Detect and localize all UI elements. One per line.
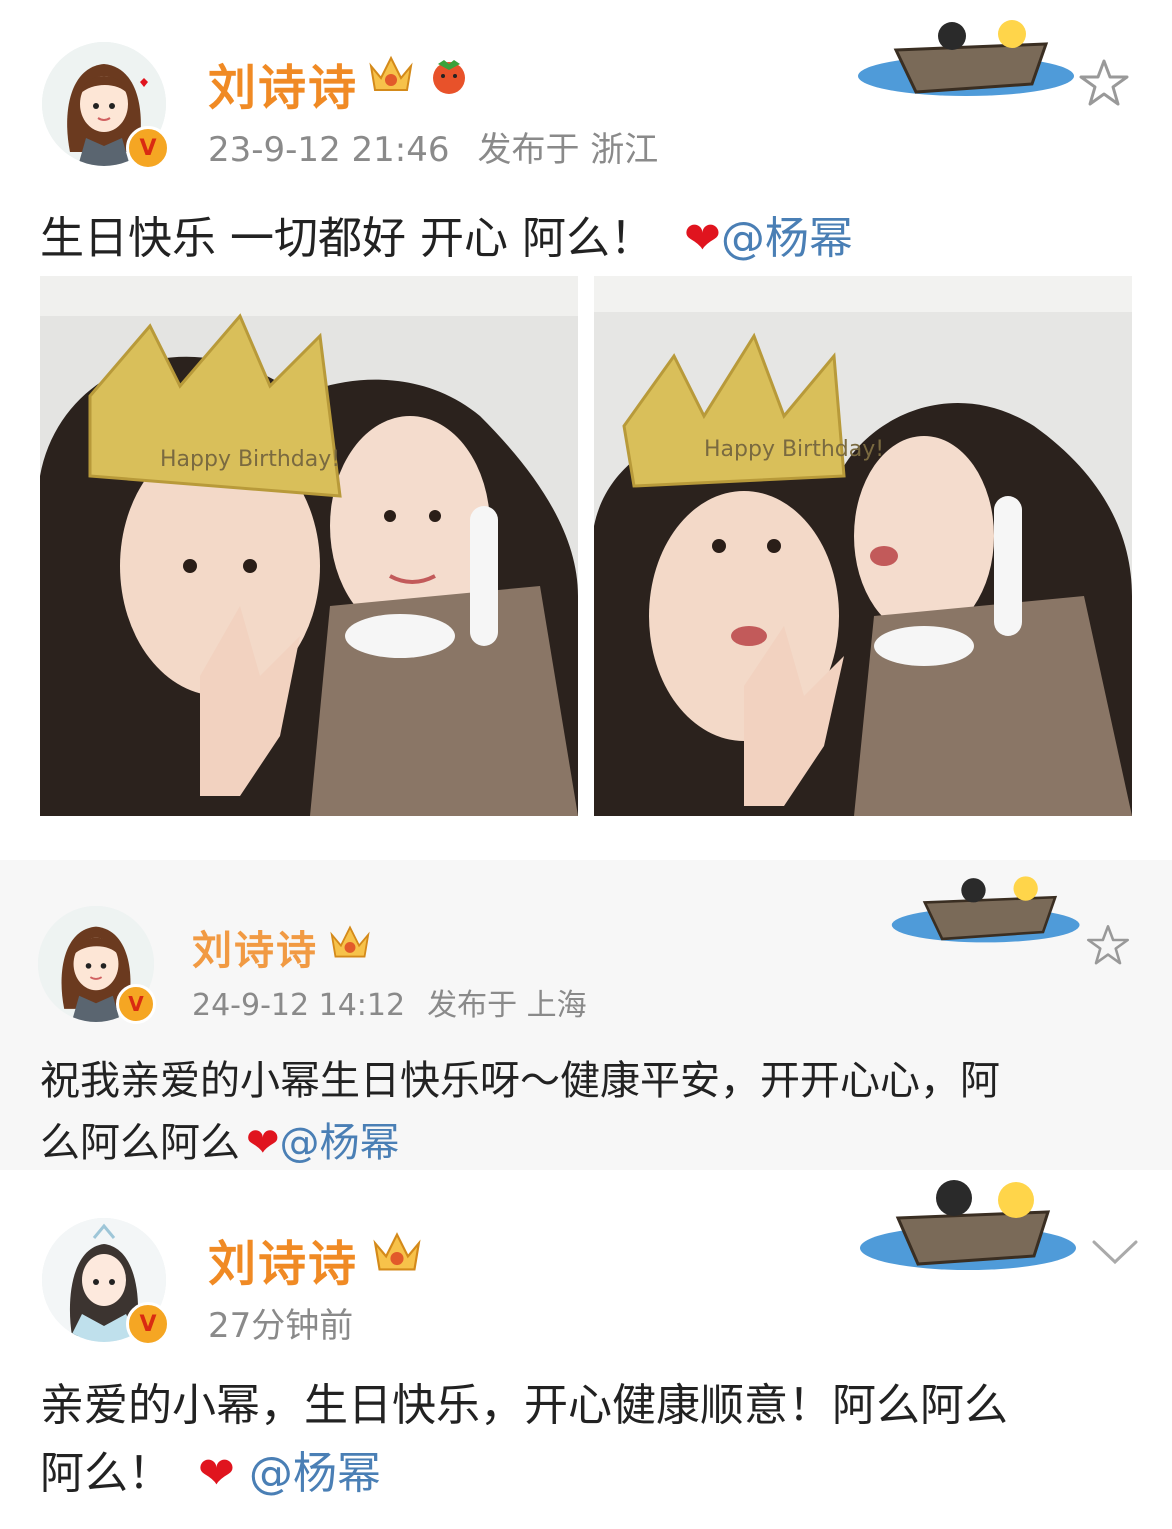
avatar[interactable]: V <box>42 1218 170 1346</box>
post-body-line-1: 亲爱的小幂，生日快乐，开心健康顺意！阿么阿么 <box>40 1380 1008 1431</box>
weibo-post-1: V 刘诗诗 23-9-12 21:46 发布于 浙江 生日快乐 一切都好 开心 阿… <box>0 0 1172 860</box>
post-text: 亲爱的小幂，生日快乐，开心健康顺意！阿么阿么 阿么！ ❤ @杨幂 <box>40 1372 1008 1508</box>
post-photo-1[interactable]: Happy Birthday! <box>40 276 578 816</box>
boat-decoration-icon <box>860 1180 1076 1270</box>
avatar[interactable]: V <box>42 42 170 170</box>
star-icon[interactable] <box>1076 56 1132 112</box>
mention-link[interactable]: @杨幂 <box>249 1448 381 1499</box>
boat-decoration-icon <box>891 876 1080 943</box>
post-time: 23-9-12 21:46 <box>208 130 450 170</box>
post-text: 生日快乐 一切都好 开心 阿么！ ❤@杨幂 <box>40 206 853 272</box>
post-meta: 27分钟前 <box>208 1298 353 1347</box>
post-meta: 23-9-12 21:46 发布于 浙江 <box>208 122 658 171</box>
mention-link[interactable]: @杨幂 <box>280 1120 400 1166</box>
post-body: 生日快乐 一切都好 开心 阿么！ <box>40 213 654 264</box>
post-photo-2[interactable]: Happy Birthday! <box>594 276 1132 816</box>
mention-link[interactable]: @杨幂 <box>721 213 853 264</box>
verified-icon: V <box>126 126 170 170</box>
post-location: 发布于 浙江 <box>477 130 659 170</box>
weibo-post-3: V 刘诗诗 27分钟前 亲爱的小幂，生日快乐，开心健康顺意！阿么阿么 阿么！ ❤ @… <box>0 1172 1172 1529</box>
heart-icon: ❤ <box>246 1120 280 1166</box>
crown-badge-icon <box>373 1232 421 1271</box>
strawberry-badge-icon <box>433 60 465 94</box>
post-body-line-1: 祝我亲爱的小幂生日快乐呀～健康平安，开开心心，阿 <box>40 1058 1000 1104</box>
post-location: 发布于 上海 <box>427 988 587 1023</box>
chevron-down-icon[interactable] <box>1090 1236 1140 1266</box>
crown-text: Happy Birthday! <box>160 447 340 472</box>
crown-text: Happy Birthday! <box>704 437 884 462</box>
heart-icon: ❤ <box>683 213 721 264</box>
username[interactable]: 刘诗诗 <box>208 1224 358 1294</box>
weibo-post-2: V 刘诗诗 24-9-12 14:12 发布于 上海 祝我亲爱的小幂生日快乐呀～健… <box>0 860 1172 1170</box>
star-icon[interactable] <box>1084 922 1132 970</box>
boat-decoration-icon <box>858 20 1074 96</box>
post-time: 24-9-12 14:12 <box>192 988 406 1023</box>
verified-icon: V <box>116 984 156 1024</box>
crown-badge-icon <box>330 925 370 958</box>
post-meta: 24-9-12 14:12 发布于 上海 <box>192 980 587 1024</box>
post-body-line-2: 么阿么阿么 <box>40 1120 240 1166</box>
username[interactable]: 刘诗诗 <box>192 918 318 976</box>
post-time: 27分钟前 <box>208 1306 354 1346</box>
verified-icon: V <box>126 1302 170 1346</box>
crown-badge-icon <box>369 55 413 91</box>
post-text: 祝我亲爱的小幂生日快乐呀～健康平安，开开心心，阿 么阿么阿么 ❤@杨幂 <box>40 1050 1000 1174</box>
avatar[interactable]: V <box>38 906 156 1024</box>
heart-icon: ❤ <box>198 1448 235 1499</box>
post-body-line-2: 阿么！ <box>40 1448 172 1499</box>
username[interactable]: 刘诗诗 <box>208 48 358 118</box>
